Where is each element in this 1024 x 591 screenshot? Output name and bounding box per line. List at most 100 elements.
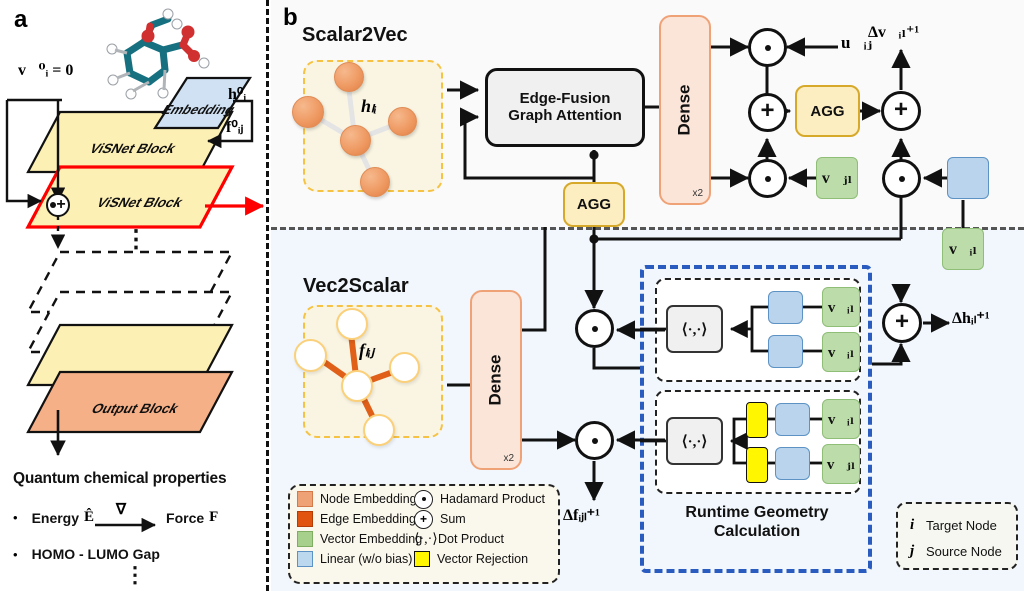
source-node-symbol: j <box>910 542 915 559</box>
panel-a-property-homo-lumo-label: HOMO - LUMO Gap <box>31 546 160 562</box>
legend-label-linear: Linear (w/o bias) <box>320 552 413 566</box>
dot-product-dihedral: ⟨·,·⟩ <box>666 417 723 465</box>
panel-a-gradient-operator: ∇ <box>116 502 127 518</box>
dense-bottom-label: Dense <box>486 354 505 406</box>
edge-fusion-line1: Edge-Fusion <box>519 89 611 107</box>
scalar2vec-node <box>292 96 324 128</box>
linear-angle-bottom <box>768 335 803 368</box>
panel-a-layer-visnet-1: ViSNet Block <box>55 118 225 166</box>
panel-a-properties-title: Quantum chemical properties <box>13 470 227 487</box>
legend-item-sum: + Sum <box>414 509 545 529</box>
hadamard-product-scalar-bottom <box>575 421 614 460</box>
panel-divider <box>266 0 269 591</box>
geometry-angle-vec-top-label: v⃗ᵢₗ <box>827 299 855 316</box>
v-i-l-swatch: v⃗ᵢₗ <box>942 228 984 270</box>
bullet-icon: • <box>13 546 18 562</box>
panel-a-f0-label: f⁰ᵢⱼ <box>226 119 244 136</box>
scalar2vec-node <box>340 125 371 156</box>
linear-angle-top <box>768 291 803 324</box>
vector-embedding-swatch-icon <box>297 531 313 547</box>
legend-item-hadamard-product: Hadamard Product <box>414 489 545 509</box>
legend-item-vector-rejection: Vector Rejection <box>414 549 545 569</box>
panel-a-stack-ellipsis: ⋮ <box>124 226 148 253</box>
panel-a-h0-label: h⁰ᵢ <box>228 86 247 103</box>
legend-right-column: Hadamard Product + Sum ⟨·,·⟩ Dot Product… <box>414 489 545 569</box>
legend-label-hadamard-product: Hadamard Product <box>440 492 545 506</box>
panel-a-property-energy-symbol: Ê <box>84 509 95 525</box>
dense-top-block[interactable]: Dense x2 <box>659 15 711 205</box>
hadamard-product-top <box>748 28 787 67</box>
runtime-geometry-title: Runtime Geometry Calculation <box>652 503 862 541</box>
v-j-l-label: v⃗ⱼₗ <box>821 170 853 187</box>
edge-fusion-graph-attention-block[interactable]: Edge-Fusion Graph Attention <box>485 68 645 147</box>
vector-rejection-top <box>746 402 768 438</box>
agg-top-label: AGG <box>810 102 845 120</box>
legend-item-linear: Linear (w/o bias) <box>297 549 422 569</box>
v-i-l-label: v⃗ᵢₗ <box>949 241 977 258</box>
linear-no-bias-vector <box>947 157 989 199</box>
node-index-legend: i Target Node j Source Node <box>910 512 1002 564</box>
delta-v-output-label: Δv⃗ᵢₗ⁺¹ <box>868 24 920 41</box>
sum-operator-scalar-update: + <box>882 303 922 343</box>
scalar2vec-node <box>360 167 390 197</box>
panel-a-layer-visnet-1-label: ViSNet Block <box>86 140 179 156</box>
panel-a-v0-label: v⃗⁰ᵢ = 0⃗ <box>18 62 86 79</box>
scalar2vec-node <box>388 107 417 136</box>
legend-item-vector-embedding: Vector Embedding <box>297 529 422 549</box>
hadamard-product-scalar-top <box>575 309 614 348</box>
edge-embedding-swatch-icon <box>297 511 313 527</box>
scalar2vec-node <box>334 62 364 92</box>
vec2scalar-node <box>336 308 368 340</box>
legend-left-column: Node Embedding Edge Embedding Vector Emb… <box>297 489 422 569</box>
panel-a-layer-output-label: Output Block <box>88 400 182 416</box>
scalar2vec-graph-label: hₗᵢ <box>361 96 378 116</box>
panel-a-property-force-symbol: F⃗ <box>209 509 231 525</box>
legend-label-source-node: Source Node <box>926 543 1002 559</box>
vector-rejection-swatch-icon <box>414 551 430 567</box>
linear-dihedral-bottom <box>775 447 810 480</box>
geometry-dihedral-vec-top: v⃗ᵢₗ <box>822 399 860 439</box>
legend-item-dot-product: ⟨·,·⟩ Dot Product <box>414 529 545 549</box>
vec2scalar-title: Vec2Scalar <box>303 275 409 297</box>
dense-top-repeat: x2 <box>692 188 703 199</box>
legend-item-edge-embedding: Edge Embedding <box>297 509 422 529</box>
agg-middle-label: AGG <box>576 196 612 213</box>
delta-h-output-label: Δhᵢₗ⁺¹ <box>952 310 990 327</box>
agg-top-block[interactable]: AGG <box>795 85 860 137</box>
dense-bottom-block[interactable]: Dense x2 <box>470 290 522 470</box>
legend-item-node-embedding: Node Embedding <box>297 489 422 509</box>
legend-label-node-embedding: Node Embedding <box>320 492 417 506</box>
panel-a-layer-output: Output Block <box>55 378 225 426</box>
agg-middle-block[interactable]: AGG <box>563 182 625 227</box>
dot-product-dihedral-symbol: ⟨·,·⟩ <box>681 433 708 450</box>
dot-product-icon: ⟨·,·⟩ <box>414 531 438 547</box>
hadamard-product-mid <box>748 159 787 198</box>
panel-a-properties-ellipsis: ⋮ <box>124 562 146 587</box>
node-embedding-swatch-icon <box>297 491 313 507</box>
vec2scalar-node <box>341 370 373 402</box>
runtime-geometry-line1: Runtime Geometry <box>685 504 829 521</box>
bullet-icon: • <box>13 510 18 525</box>
geometry-angle-vec-bottom-label: v⃗ᵢₗ <box>827 344 855 361</box>
panel-b-horizontal-divider <box>271 227 1024 230</box>
panel-a-residual-sum: + <box>46 193 70 217</box>
vector-rejection-bottom <box>746 447 768 483</box>
sum-operator-vector-update: + <box>881 91 921 131</box>
legend-label-vector-rejection: Vector Rejection <box>437 552 529 566</box>
geometry-dihedral-vec-top-label: v⃗ᵢₗ <box>827 411 855 428</box>
runtime-geometry-line2: Calculation <box>713 523 801 541</box>
vec2scalar-node <box>294 339 327 372</box>
dense-top-label: Dense <box>675 84 694 136</box>
panel-a-layer-visnet-2-label: ViSNet Block <box>93 194 186 210</box>
panel-a-property-energy-label: Energy <box>31 509 80 526</box>
delta-f-output-label: Δfᵢⱼₗ⁺¹ <box>563 507 600 524</box>
panel-a-property-homo-lumo-row: • HOMO - LUMO Gap <box>13 546 160 562</box>
legend-item-source-node: j Source Node <box>910 538 1002 564</box>
edge-fusion-line2: Graph Attention <box>508 106 622 124</box>
sum-operator-top: + <box>748 93 787 132</box>
scalar2vec-title: Scalar2Vec <box>302 24 408 46</box>
legend-label-target-node: Target Node <box>926 517 997 533</box>
legend-label-dot-product: Dot Product <box>438 532 505 546</box>
panel-a-layer-visnet-2: ViSNet Block <box>60 172 230 220</box>
geometry-dihedral-vec-bottom: v⃗ⱼₗ <box>822 444 860 484</box>
